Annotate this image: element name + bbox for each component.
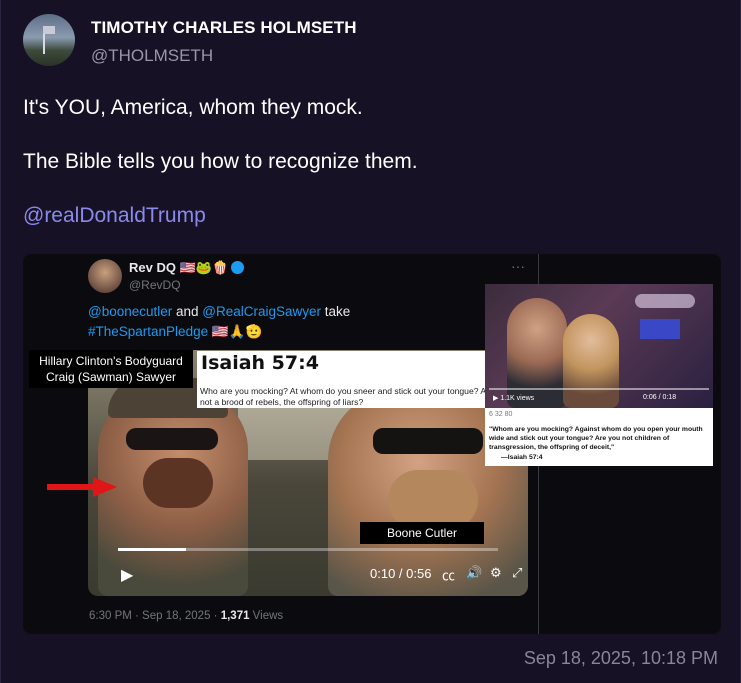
isaiah-title: Isaiah 57:4 — [201, 352, 319, 374]
author-avatar[interactable] — [23, 14, 75, 66]
red-arrow-icon — [47, 477, 117, 497]
man-figure — [507, 298, 567, 408]
post-text-line-2: The Bible tells you how to recognize the… — [23, 150, 418, 173]
captions-icon: ㏄ — [442, 568, 456, 583]
embedded-tweet-text: @boonecutler and @RealCraigSawyer take #… — [88, 304, 351, 339]
quote-text: "Whom are you mocking? Against whom do y… — [489, 426, 703, 451]
photo-time: 0:06 / 0:18 — [643, 394, 677, 401]
quote-card: 6 32 80 "Whom are you mocking? Against w… — [485, 408, 713, 466]
verified-badge-icon — [231, 261, 245, 274]
post-timestamp[interactable]: Sep 18, 2025, 10:18 PM — [524, 648, 718, 669]
author-name[interactable]: TIMOTHY CHARLES HOLMSETH — [91, 18, 357, 38]
play-icon: ▶ — [121, 567, 134, 584]
boone-cutler-label: Boone Cutler — [360, 522, 484, 544]
post-card: TIMOTHY CHARLES HOLMSETH @THOLMSETH It's… — [0, 0, 741, 683]
embedded-mention-1: @boonecutler — [88, 304, 173, 319]
embedded-meta: 6:30 PM · Sep 18, 2025 · 1,371 Views — [89, 610, 284, 622]
video-time: 0:10 / 0:56 — [370, 566, 432, 581]
isaiah-overlay: Isaiah 57:4 Who are you mocking? At whom… — [197, 351, 523, 408]
event-photo: ▶ 1.1K views 0:06 / 0:18 — [485, 284, 713, 408]
embedded-hashtag: #TheSpartanPledge — [88, 324, 209, 339]
more-options-icon: ··· — [511, 258, 525, 274]
embedded-author-name: Rev DQ 🇺🇸🐸🍿 — [129, 260, 245, 276]
photo-views: ▶ 1.1K views — [493, 395, 535, 402]
volume-icon: 🔊 — [466, 565, 483, 580]
embedded-mention-2: @RealCraigSawyer — [202, 304, 322, 319]
settings-icon: ⚙ — [490, 565, 502, 580]
bodyguard-label: Hillary Clinton's Bodyguard Craig (Sawma… — [29, 350, 193, 388]
quote-reference: —Isaiah 57:4 — [501, 454, 543, 461]
mention-link[interactable]: @realDonaldTrump — [23, 204, 206, 228]
quote-engagement-icons: 6 32 80 — [489, 411, 513, 418]
embedded-avatar — [88, 259, 122, 293]
woman-figure — [563, 314, 619, 408]
isaiah-text: Who are you mocking? At whom do you snee… — [200, 386, 511, 407]
author-handle[interactable]: @THOLMSETH — [91, 46, 213, 66]
fullscreen-icon: ⤢ — [512, 565, 523, 580]
embedded-author-handle: @RevDQ — [129, 278, 181, 292]
post-text-line-1: It's YOU, America, whom they mock. — [23, 96, 363, 119]
video-progress-fill — [118, 548, 186, 551]
